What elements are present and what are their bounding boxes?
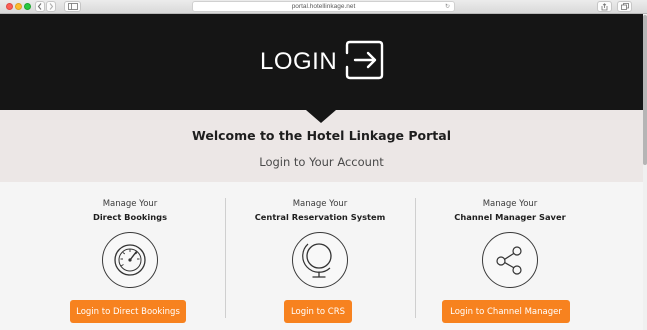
globe-icon xyxy=(302,243,332,278)
column-divider xyxy=(415,198,416,318)
chevron-left-icon xyxy=(37,3,42,10)
tabs-overview-button[interactable] xyxy=(617,1,632,12)
card-caption: Manage Your xyxy=(292,199,348,209)
url-text: portal.hotellinkage.net xyxy=(291,3,356,10)
direct-bookings-card: Manage Your Direct Bookings Login to Dir… xyxy=(40,182,220,330)
channel-manager-card: Manage Your Channel Manager Saver Login … xyxy=(420,182,600,330)
card-heading: Direct Bookings xyxy=(92,212,168,222)
share-upload-icon xyxy=(601,2,608,10)
login-options: Manage Your Direct Bookings Login to Dir… xyxy=(0,182,643,330)
minimize-window-button[interactable] xyxy=(15,3,22,10)
card-heading: Channel Manager Saver xyxy=(454,212,566,222)
crs-card: Manage Your Central Reservation System L… xyxy=(230,182,410,330)
globe-icon-circle xyxy=(292,232,348,288)
login-banner: LOGIN xyxy=(0,14,643,110)
share-button[interactable] xyxy=(597,1,612,12)
share-icon-circle xyxy=(482,232,538,288)
card-caption: Manage Your xyxy=(482,199,538,209)
page-title: LOGIN xyxy=(260,48,338,75)
close-window-button[interactable] xyxy=(6,3,13,10)
login-channel-manager-button[interactable]: Login to Channel Manager xyxy=(442,300,570,323)
address-bar[interactable]: portal.hotellinkage.net ↻ xyxy=(192,1,455,12)
login-arrow-icon xyxy=(345,40,384,80)
chevron-right-icon xyxy=(49,3,54,10)
reload-icon[interactable]: ↻ xyxy=(445,3,450,10)
card-caption: Manage Your xyxy=(102,199,158,209)
welcome-subtitle: Login to Your Account xyxy=(259,155,384,169)
scrollbar-thumb[interactable] xyxy=(643,15,647,165)
banner-pointer xyxy=(306,110,336,123)
card-heading: Central Reservation System xyxy=(254,212,386,222)
forward-button[interactable] xyxy=(46,1,56,12)
gauge-icon-circle xyxy=(102,232,158,288)
sidebar-icon xyxy=(67,3,78,10)
sidebar-toggle-button[interactable] xyxy=(64,1,81,12)
gauge-icon xyxy=(114,244,146,276)
browser-toolbar: portal.hotellinkage.net ↻ xyxy=(0,0,647,14)
share-icon xyxy=(496,246,522,275)
back-button[interactable] xyxy=(35,1,45,12)
login-direct-bookings-button[interactable]: Login to Direct Bookings xyxy=(70,300,186,323)
zoom-window-button[interactable] xyxy=(24,3,31,10)
column-divider xyxy=(225,198,226,318)
welcome-title: Welcome to the Hotel Linkage Portal xyxy=(192,128,451,143)
tabs-icon xyxy=(620,3,629,10)
login-crs-button[interactable]: Login to CRS xyxy=(284,300,352,323)
